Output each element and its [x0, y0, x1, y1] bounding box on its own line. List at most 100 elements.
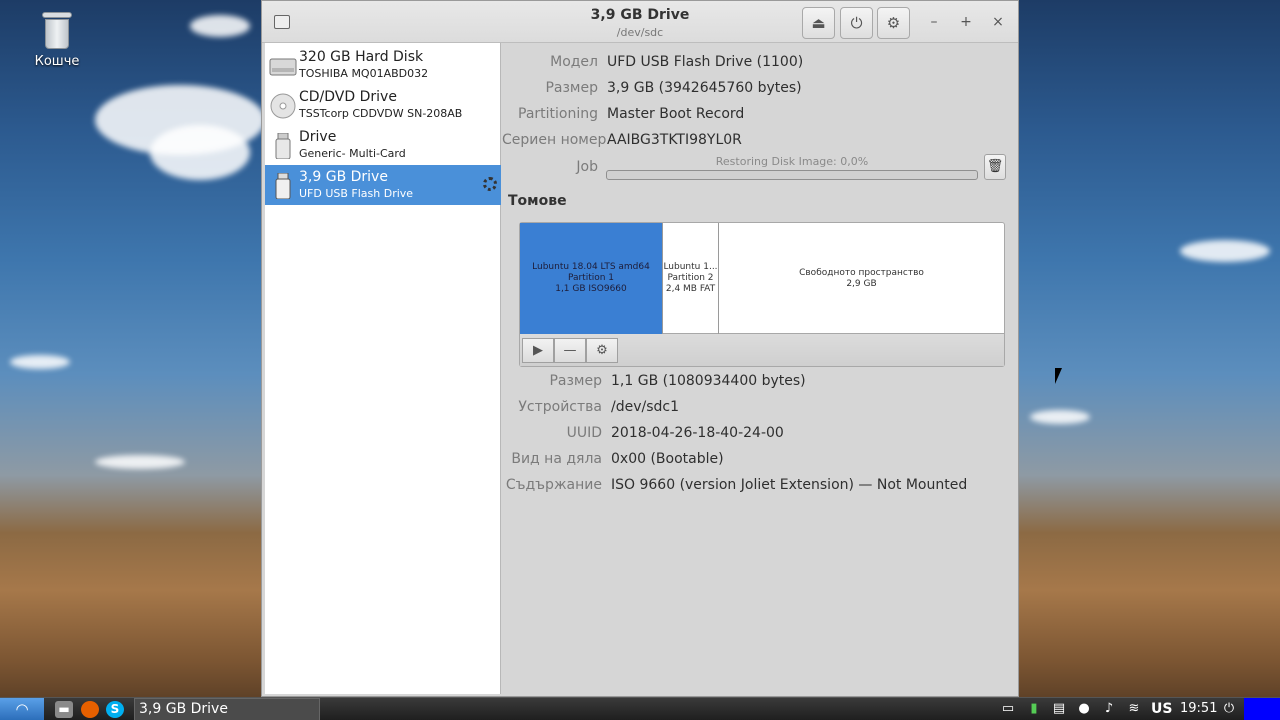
job-progress-bar [606, 170, 978, 180]
keyboard-layout[interactable]: US [1151, 698, 1172, 720]
drive-item-multi-card[interactable]: Drive Generic- Multi-Card [265, 125, 501, 165]
trash-icon [42, 10, 72, 50]
serial-label: Сериен номер [502, 132, 607, 148]
lubuntu-logo-icon: ◠ [15, 700, 29, 718]
size-value: 3,9 GB (3942645760 bytes) [607, 80, 802, 96]
free-space-label: Свободното пространство [799, 267, 924, 278]
hard-disk-icon [269, 58, 297, 76]
cloud [190, 15, 250, 37]
drive-name: CD/DVD Drive [299, 89, 397, 105]
uuid-label: UUID [566, 425, 602, 441]
minimize-button[interactable]: – [925, 13, 943, 31]
partition-type-label: Вид на дяла [511, 451, 602, 467]
trash-desktop-icon[interactable]: Кошче [28, 10, 86, 69]
mouse-cursor-icon [1055, 368, 1069, 384]
power-off-button[interactable]: ⏻ [840, 7, 873, 39]
drive-item-hard-disk[interactable]: 320 GB Hard Disk TOSHIBA MQ01ABD032 [265, 45, 501, 85]
file-manager-launcher[interactable]: ▬ [55, 701, 73, 718]
eject-icon: ⏏ [811, 14, 826, 32]
drive-desc: TOSHIBA MQ01ABD032 [299, 67, 429, 80]
contents-value: ISO 9660 (version Joliet Extension) — No… [611, 477, 968, 493]
bulb-icon[interactable]: ● [1076, 701, 1092, 717]
cloud [95, 455, 185, 469]
usb-drive-icon [275, 173, 291, 199]
start-menu-button[interactable]: ◠ [0, 698, 44, 720]
clock[interactable]: 19:51 [1180, 698, 1217, 720]
taskbar-task-disks[interactable]: 3,9 GB Drive [134, 698, 320, 720]
trash-label: Кошче [34, 54, 80, 69]
skype-launcher[interactable]: S [106, 701, 124, 718]
partition-settings-button[interactable]: ⚙ [586, 338, 618, 363]
drive-name: 320 GB Hard Disk [299, 49, 424, 65]
taskbar: ◠ ▬ S 3,9 GB Drive ▭ ▮ ▤ ● ♪ ≋ US 19:51 … [0, 697, 1280, 720]
drive-name: 3,9 GB Drive [299, 169, 388, 185]
partition-1[interactable]: Lubuntu 18.04 LTS amd64 Partition 1 1,1 … [520, 223, 662, 334]
partition-size: 2,4 MB FAT [665, 284, 716, 294]
size-label: Размер [545, 80, 598, 96]
show-desktop-button[interactable] [1244, 698, 1280, 720]
partition-label: Lubuntu 18.04 LTS amd64 [532, 262, 650, 272]
uuid-value: 2018-04-26-18-40-24-00 [611, 425, 784, 441]
power-icon: ⏻ [850, 14, 863, 32]
drive-details: Модел UFD USB Flash Drive (1100) Размер … [502, 43, 1018, 694]
clipboard-icon[interactable]: ▤ [1051, 701, 1067, 717]
free-space-size: 2,9 GB [846, 278, 877, 289]
maximize-button[interactable]: + [957, 13, 975, 31]
device-value: /dev/sdc1 [611, 399, 680, 415]
firefox-launcher[interactable] [81, 701, 99, 718]
drive-name: Drive [299, 129, 337, 145]
partition-size: 1,1 GB ISO9660 [555, 284, 627, 294]
partitioning-value: Master Boot Record [607, 106, 745, 122]
busy-spinner-icon [483, 177, 497, 191]
job-label: Job [576, 159, 598, 175]
drive-desc: TSSTcorp CDDVDW SN-208AB [299, 107, 463, 120]
drive-item-cd-dvd[interactable]: CD/DVD Drive TSSTcorp CDDVDW SN-208AB [265, 85, 501, 125]
drive-desc: UFD USB Flash Drive [299, 187, 414, 200]
battery-icon[interactable]: ▮ [1026, 701, 1042, 717]
drive-settings-button[interactable]: ⚙ [877, 7, 910, 39]
model-label: Модел [550, 54, 598, 70]
cloud [1030, 410, 1090, 424]
volume-map: Lubuntu 18.04 LTS amd64 Partition 1 1,1 … [520, 223, 1004, 334]
partition-2[interactable]: Lubuntu 1... Partition 2 2,4 MB FAT [662, 223, 718, 334]
free-space[interactable]: Свободното пространство 2,9 GB [718, 223, 1004, 334]
wifi-icon[interactable]: ≋ [1126, 701, 1142, 717]
trash-icon: 🗑 [986, 159, 1004, 174]
serial-value: AAIBG3TKTI98YL0R [607, 132, 742, 148]
eject-button[interactable]: ⏏ [802, 7, 835, 39]
volumes-heading: Томове [508, 193, 567, 209]
partition-number: Partition 2 [667, 273, 714, 283]
volume-map-frame: Lubuntu 18.04 LTS amd64 Partition 1 1,1 … [519, 222, 1005, 367]
cloud [150, 125, 250, 180]
contents-label: Съдържание [505, 477, 602, 493]
power-icon[interactable]: ⏻ [1221, 701, 1237, 717]
cancel-job-button[interactable]: 🗑 [984, 154, 1006, 180]
usb-drive-icon [275, 133, 291, 159]
volume-size-value: 1,1 GB (1080934400 bytes) [611, 373, 806, 389]
partitioning-label: Partitioning [518, 106, 598, 122]
job-status-text: Restoring Disk Image: 0,0% [715, 155, 869, 168]
partition-number: Partition 1 [567, 273, 615, 283]
desktop-switcher-icon[interactable]: ▭ [1000, 701, 1016, 717]
model-value: UFD USB Flash Drive (1100) [607, 54, 804, 70]
volume-icon[interactable]: ♪ [1101, 701, 1117, 717]
drive-desc: Generic- Multi-Card [299, 147, 406, 160]
disks-window: 3,9 GB Drive /dev/sdc ⏏ ⏻ ⚙ – + × 320 GB… [261, 0, 1019, 697]
gears-icon: ⚙ [596, 343, 608, 358]
cloud [10, 355, 70, 369]
close-button[interactable]: × [989, 13, 1007, 31]
device-label: Устройства [518, 399, 602, 415]
skype-icon: S [110, 702, 120, 716]
folder-icon: ▬ [58, 702, 70, 716]
volume-toolbar: ▶ — ⚙ [520, 334, 1004, 366]
play-icon: ▶ [533, 343, 543, 358]
mount-button[interactable]: ▶ [522, 338, 554, 363]
partition-label: Lubuntu 1... [663, 262, 718, 272]
delete-partition-button[interactable]: — [554, 338, 586, 363]
drive-item-flash-drive[interactable]: 3,9 GB Drive UFD USB Flash Drive [265, 165, 501, 205]
optical-disc-icon [270, 93, 296, 119]
titlebar[interactable]: 3,9 GB Drive /dev/sdc ⏏ ⏻ ⚙ – + × [262, 1, 1018, 43]
cloud [1180, 240, 1270, 262]
minus-icon: — [563, 343, 577, 358]
drive-list: 320 GB Hard Disk TOSHIBA MQ01ABD032 CD/D… [265, 43, 501, 694]
